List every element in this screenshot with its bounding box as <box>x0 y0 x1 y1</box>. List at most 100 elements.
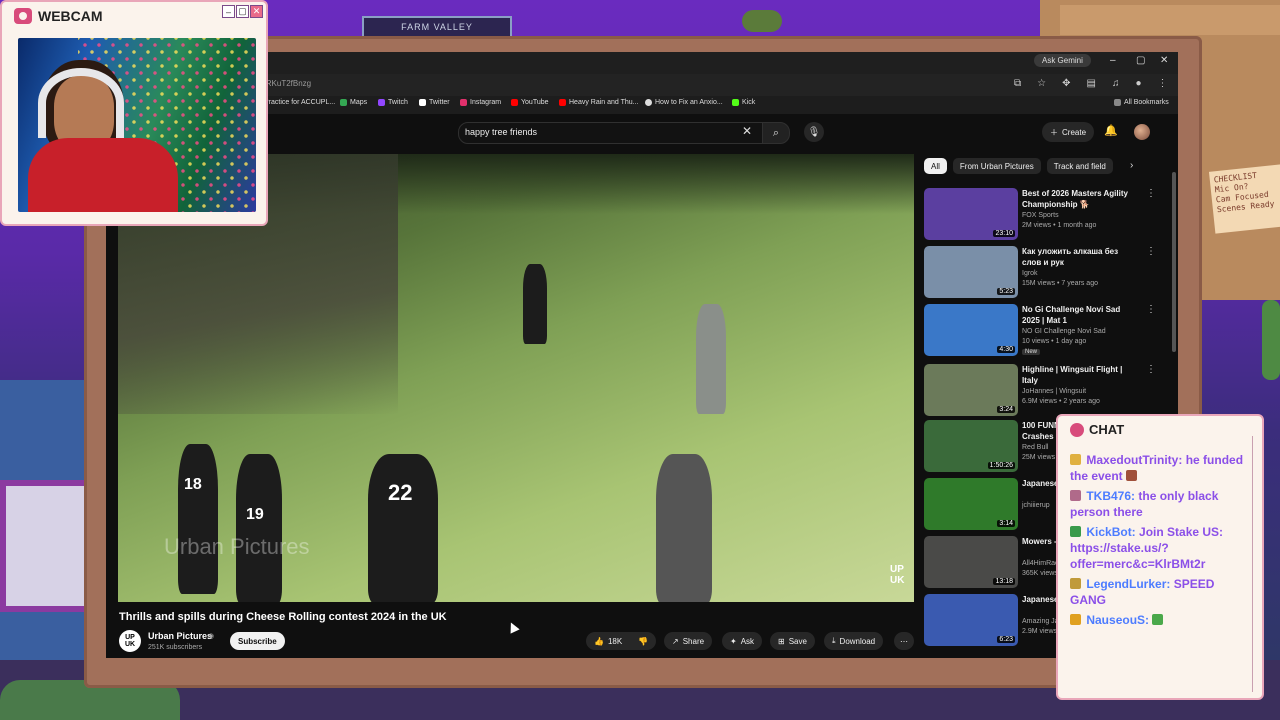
subscribe-button[interactable]: Subscribe <box>230 632 285 650</box>
voice-search-button[interactable]: 🎙 <box>804 122 824 142</box>
dislike-button[interactable]: 👎 <box>630 632 656 650</box>
youtube-icon <box>511 99 518 106</box>
chip-all[interactable]: All <box>924 158 947 174</box>
video-thumbnail[interactable]: 6:23 <box>924 594 1018 646</box>
sidepanel-icon[interactable]: ▤ <box>1087 78 1096 89</box>
ask-gemini-button[interactable]: Ask Gemini <box>1034 54 1091 67</box>
video-thumbnail[interactable]: 4:30 <box>924 304 1018 356</box>
sidebar-scrollbar[interactable] <box>1172 172 1176 352</box>
create-button[interactable]: ＋ Create <box>1042 122 1095 142</box>
more-icon[interactable]: ⋮ <box>1146 364 1156 375</box>
video-person <box>236 454 282 602</box>
recommendation-title[interactable]: Как уложить алкаша без слов и рук <box>1022 246 1138 268</box>
create-label: Create <box>1062 127 1087 137</box>
duration-badge: 5:23 <box>997 288 1015 295</box>
install-icon[interactable]: ⧉ <box>1014 78 1021 89</box>
recommendation-item[interactable]: 4:30 No Gi Challenge Novi Sad 2025 | Mat… <box>924 304 1174 360</box>
minimize-icon: – <box>222 5 235 18</box>
bookmark[interactable]: Practice for ACCUPL... <box>264 99 335 106</box>
bookmark[interactable]: Kick <box>732 99 755 106</box>
webcam-title-text: WEBCAM <box>38 8 103 24</box>
recommendation-meta: 15M views • 7 years ago <box>1022 280 1098 287</box>
kick-icon <box>732 99 739 106</box>
download-button[interactable]: ⤓ Download <box>824 632 884 650</box>
bookmark[interactable]: Twitter <box>419 99 450 106</box>
chevron-right-icon[interactable]: › <box>1130 160 1133 171</box>
extensions-icon[interactable]: ✥ <box>1062 78 1070 89</box>
search-query[interactable]: happy tree friends <box>465 127 537 137</box>
maximize-icon[interactable]: ▢ <box>1136 55 1145 66</box>
recommendation-title[interactable]: Best of 2026 Masters Agility Championshi… <box>1022 188 1138 210</box>
globe-icon <box>645 99 652 106</box>
search-button[interactable]: ⌕ <box>762 122 790 144</box>
like-count: 18K <box>607 636 623 646</box>
chip-from-channel[interactable]: From Urban Pictures <box>952 158 1041 174</box>
video-thumbnail[interactable]: 3:24 <box>924 364 1018 416</box>
like-button[interactable]: 👍 18K <box>586 632 631 650</box>
video-thumbnail[interactable]: 23:10 <box>924 188 1018 240</box>
recommendation-title[interactable]: Highline | Wingsuit Flight | Italy <box>1022 364 1138 386</box>
recommendation-channel[interactable]: JoHannes | Wingsuit <box>1022 388 1086 395</box>
star-icon[interactable]: ☆ <box>1037 78 1046 89</box>
mouse-cursor <box>506 620 520 634</box>
bookmark[interactable]: YouTube <box>511 99 549 106</box>
bookmark[interactable]: Maps <box>340 99 367 106</box>
minimize-icon[interactable]: – <box>1110 55 1116 66</box>
close-icon[interactable]: ✕ <box>1160 55 1168 66</box>
video-person <box>696 304 726 414</box>
chat-scrollbar[interactable] <box>1252 436 1261 692</box>
channel-name[interactable]: Urban Pictures <box>148 631 212 641</box>
bookmark[interactable]: How to Fix an Anxio... <box>645 99 723 106</box>
recommendation-channel[interactable]: All4HimRac <box>1022 560 1059 567</box>
clear-search-icon[interactable]: ✕ <box>742 124 752 138</box>
recommendation-channel[interactable]: jchiiierup <box>1022 502 1050 509</box>
search-icon: ⌕ <box>772 126 780 139</box>
download-icon: ⤓ <box>832 636 836 645</box>
recommendation-item[interactable]: 3:24 Highline | Wingsuit Flight | Italy … <box>924 364 1174 420</box>
media-icon[interactable]: ♫ <box>1112 78 1120 89</box>
more-icon[interactable]: ⋮ <box>1146 188 1156 199</box>
chat-username: LegendLurker: <box>1086 577 1171 591</box>
menu-icon[interactable]: ⋮ <box>1158 78 1168 89</box>
emote-icon <box>1152 614 1164 625</box>
video-person <box>368 454 438 602</box>
bell-icon[interactable]: 🔔 <box>1104 124 1118 137</box>
video-thumbnail[interactable]: 1:50:26 <box>924 420 1018 472</box>
recommendation-channel[interactable]: NO GI Challenge Novi Sad <box>1022 328 1106 335</box>
recommendation-item[interactable]: 23:10 Best of 2026 Masters Agility Champ… <box>924 188 1174 244</box>
more-icon[interactable]: ⋮ <box>1146 246 1156 257</box>
recommendation-channel[interactable]: Amazing Ja <box>1022 618 1059 625</box>
chat-messages: MaxedoutTrinity: he funded the event TKB… <box>1070 452 1248 632</box>
video-person <box>178 444 218 594</box>
video-thumbnail[interactable]: 5:23 <box>924 246 1018 298</box>
ask-button[interactable]: ✦ Ask <box>722 632 763 650</box>
recommendation-channel[interactable]: Igrok <box>1022 270 1038 277</box>
video-thumbnail[interactable]: 3:14 <box>924 478 1018 530</box>
avatar[interactable] <box>1134 124 1150 140</box>
share-button[interactable]: ↗ Share <box>664 632 713 650</box>
bookmark[interactable]: Instagram <box>460 99 501 106</box>
recommendation-item[interactable]: 5:23 Как уложить алкаша без слов и рук I… <box>924 246 1174 302</box>
all-bookmarks[interactable]: All Bookmarks <box>1114 99 1169 106</box>
recommendation-title[interactable]: No Gi Challenge Novi Sad 2025 | Mat 1 <box>1022 304 1138 326</box>
subscriber-count: 251K subscribers <box>148 644 203 651</box>
webcam-overlay: WEBCAM – ▢ ✕ <box>0 0 268 226</box>
chip-track-and-field[interactable]: Track and field <box>1046 158 1113 174</box>
profile-icon[interactable]: ● <box>1135 78 1141 89</box>
cabinet <box>0 480 92 612</box>
channel-avatar[interactable]: UP UK <box>119 630 141 652</box>
recommendation-channel[interactable]: FOX Sports <box>1022 212 1059 219</box>
webcam-title: WEBCAM <box>14 8 103 24</box>
recommendation-channel[interactable]: Red Bull <box>1022 444 1048 451</box>
url-text[interactable]: iRKuT2fBnzg <box>264 79 311 88</box>
bot-badge-icon <box>1070 526 1081 537</box>
more-actions-button[interactable]: ⋯ <box>894 632 914 650</box>
corkboard-strip <box>1060 5 1280 35</box>
maximize-icon: ▢ <box>236 5 249 18</box>
bookmark[interactable]: Heavy Rain and Thu... <box>559 99 639 106</box>
bookmark[interactable]: Twitch <box>378 99 408 106</box>
video-thumbnail[interactable]: 13:18 <box>924 536 1018 588</box>
share-icon: ↗ <box>672 636 679 646</box>
save-button[interactable]: ⊞ Save <box>770 632 815 650</box>
more-icon[interactable]: ⋮ <box>1146 304 1156 315</box>
